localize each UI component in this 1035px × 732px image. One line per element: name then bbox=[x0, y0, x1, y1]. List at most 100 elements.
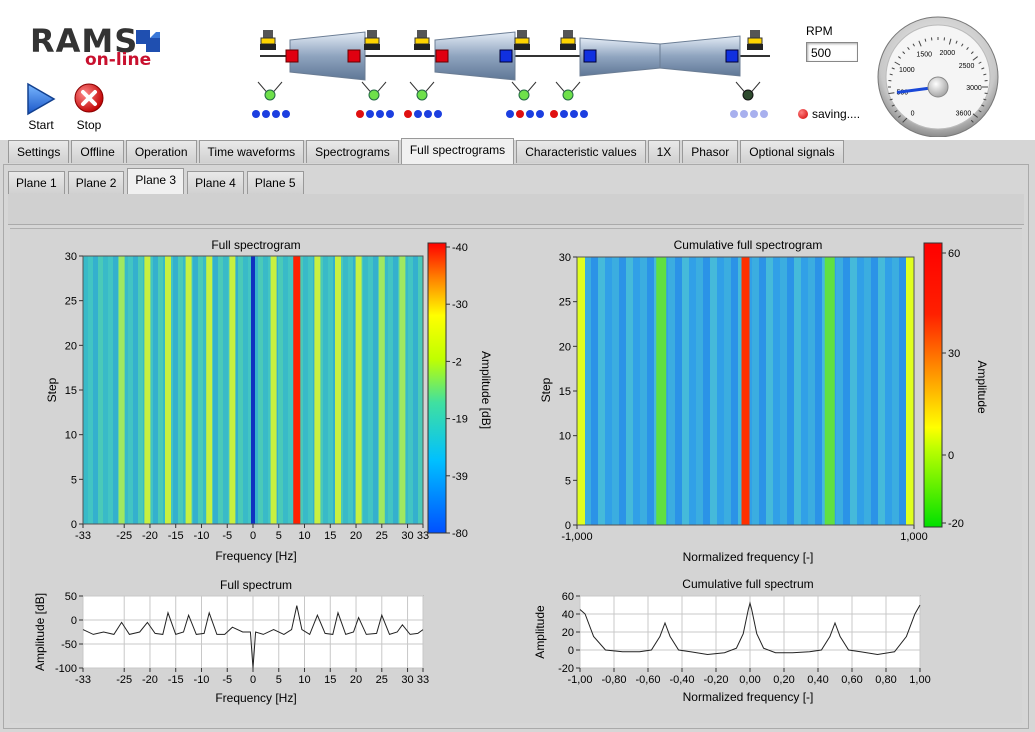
probe-indicators bbox=[252, 81, 768, 118]
heatmap-column bbox=[850, 257, 857, 525]
spectral-band bbox=[118, 256, 125, 524]
chart4-ylabel: Amplitude bbox=[533, 605, 547, 659]
x-tick-label: 5 bbox=[276, 674, 282, 686]
y-tick-label: 30 bbox=[559, 252, 571, 264]
colorbar-tick-label: -39 bbox=[452, 471, 468, 483]
y-tick-label: 60 bbox=[562, 591, 574, 603]
colorbar-tick-label: -40 bbox=[452, 242, 468, 254]
y-tick-label: -20 bbox=[558, 663, 574, 675]
heatmap-column bbox=[388, 256, 393, 524]
chart3-y-ticks: 50 0 -50 -100 bbox=[55, 591, 83, 675]
heatmap-column bbox=[103, 256, 108, 524]
heatmap-column bbox=[899, 257, 906, 525]
rpm-input[interactable]: 500 bbox=[806, 42, 858, 62]
heatmap-column bbox=[98, 256, 103, 524]
x-tick-label: 10 bbox=[298, 530, 310, 542]
chart1-colorbar[interactable] bbox=[427, 242, 447, 534]
x-tick-label: -0,60 bbox=[635, 674, 660, 686]
heatmap-column bbox=[633, 257, 640, 525]
heatmap-column bbox=[153, 256, 158, 524]
x-tick-label: 33 bbox=[417, 530, 429, 542]
rpm-label: RPM bbox=[806, 24, 833, 38]
heatmap-column bbox=[178, 256, 183, 524]
x-tick-label: -25 bbox=[116, 530, 132, 542]
x-tick-label: -0,20 bbox=[703, 674, 728, 686]
y-tick-label: 0 bbox=[565, 520, 571, 532]
gauge-hub bbox=[927, 76, 949, 98]
tab-characteristic-values[interactable]: Characteristic values bbox=[516, 140, 646, 163]
colorbar-tick-label: -30 bbox=[452, 299, 468, 311]
x-tick-label: 15 bbox=[324, 674, 336, 686]
x-tick-label: -0,80 bbox=[601, 674, 626, 686]
tab-plane-2[interactable]: Plane 2 bbox=[67, 171, 125, 194]
x-tick-label: -5 bbox=[222, 530, 232, 542]
heatmap-column bbox=[766, 257, 773, 525]
x-tick-label: -33 bbox=[75, 530, 91, 542]
spectral-band bbox=[335, 256, 341, 524]
heatmap-column bbox=[363, 256, 368, 524]
spectral-band bbox=[378, 256, 385, 524]
tab-settings[interactable]: Settings bbox=[8, 140, 70, 163]
heatmap-column bbox=[88, 256, 93, 524]
tab-spectrograms[interactable]: Spectrograms bbox=[306, 140, 399, 163]
heatmap-column bbox=[213, 256, 218, 524]
gauge-tick-label: 0 bbox=[911, 110, 915, 117]
tab-1x[interactable]: 1X bbox=[647, 140, 681, 163]
heatmap-column bbox=[591, 257, 598, 525]
heatmap-column bbox=[193, 256, 198, 524]
colorbar-tick-label: 30 bbox=[948, 348, 960, 360]
tab-full-spectrograms[interactable]: Full spectrograms bbox=[400, 138, 515, 165]
start-button[interactable]: Start bbox=[16, 82, 66, 132]
spectral-band bbox=[270, 256, 277, 524]
chart1-xlabel: Frequency [Hz] bbox=[215, 549, 296, 563]
gauge-tick-label: 1000 bbox=[899, 67, 915, 74]
stop-label: Stop bbox=[76, 118, 102, 132]
heatmap-column bbox=[892, 257, 899, 525]
chart2-colorbar[interactable] bbox=[923, 242, 943, 528]
tab-plane-4[interactable]: Plane 4 bbox=[187, 171, 244, 194]
stop-button[interactable]: Stop bbox=[64, 82, 114, 132]
heatmap-column bbox=[373, 256, 378, 524]
heatmap-column bbox=[815, 257, 822, 525]
x-tick-label: 0 bbox=[250, 674, 256, 686]
heatmap-column bbox=[368, 256, 373, 524]
chart3-title: Full spectrum bbox=[220, 578, 292, 592]
tab-operation[interactable]: Operation bbox=[125, 140, 197, 163]
x-tick-label: -5 bbox=[222, 674, 232, 686]
heatmap-column bbox=[612, 257, 619, 525]
heatmap-column bbox=[238, 256, 243, 524]
heatmap-column bbox=[288, 256, 293, 524]
main-tab-bar: Settings Offline Operation Time waveform… bbox=[8, 138, 846, 165]
chart3-xlabel: Frequency [Hz] bbox=[215, 691, 296, 705]
header-panel: RAMS on-line Start Stop RPM 500 saving..… bbox=[0, 0, 1035, 140]
y-tick-label: 10 bbox=[65, 430, 77, 442]
tab-offline[interactable]: Offline bbox=[71, 140, 124, 163]
chart1-colorbar-label: Amplitude [dB] bbox=[479, 351, 493, 429]
spectral-band bbox=[741, 257, 750, 525]
chart2-colorbar-label: Amplitude bbox=[975, 360, 989, 414]
tab-plane-5[interactable]: Plane 5 bbox=[246, 171, 304, 194]
heatmap-column bbox=[128, 256, 133, 524]
tab-time-waveforms[interactable]: Time waveforms bbox=[198, 140, 305, 163]
x-tick-label: -10 bbox=[194, 674, 210, 686]
heatmap-column bbox=[158, 256, 163, 524]
y-tick-label: 5 bbox=[71, 474, 77, 486]
spectral-band bbox=[165, 256, 171, 524]
tab-phasor[interactable]: Phasor bbox=[682, 140, 739, 163]
heatmap-column bbox=[258, 256, 263, 524]
chart3-ylabel: Amplitude [dB] bbox=[33, 593, 47, 671]
heatmap-column bbox=[303, 256, 308, 524]
heatmap-column bbox=[710, 257, 717, 525]
chart4-xlabel: Normalized frequency [-] bbox=[683, 690, 814, 704]
chart1-colorbar-ticks: -40 -30 -2 -19 -39 -80 bbox=[446, 242, 468, 540]
y-tick-label: 40 bbox=[562, 609, 574, 621]
heatmap-column bbox=[843, 257, 850, 525]
tab-optional-signals[interactable]: Optional signals bbox=[740, 140, 844, 163]
heatmap-column bbox=[619, 257, 626, 525]
y-tick-label: 25 bbox=[559, 297, 571, 309]
x-tick-label: -20 bbox=[142, 530, 158, 542]
x-tick-label: -20 bbox=[142, 674, 158, 686]
tab-plane-1[interactable]: Plane 1 bbox=[8, 171, 65, 194]
chart2-heatmap-bands bbox=[577, 257, 914, 525]
tab-plane-3[interactable]: Plane 3 bbox=[127, 168, 185, 194]
